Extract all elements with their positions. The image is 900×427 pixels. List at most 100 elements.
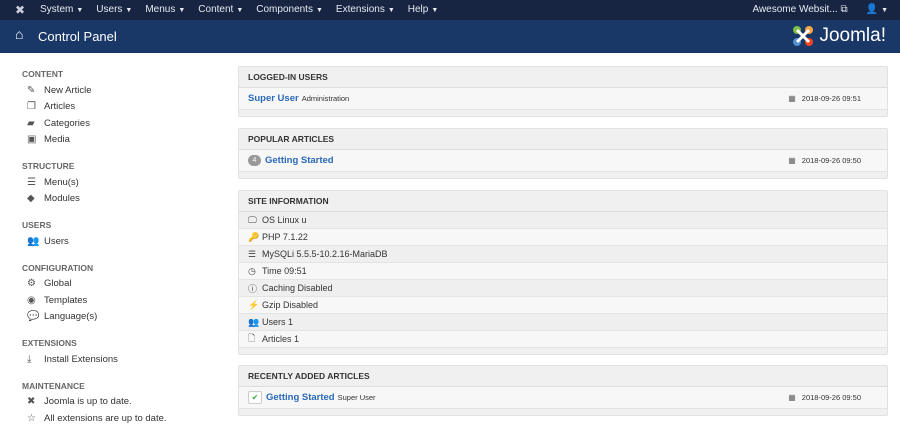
caret-down-icon: ▼ <box>387 7 395 14</box>
sidebar-item-label: Install Extensions <box>44 353 118 365</box>
date-label: 2018-09-26 09:50 <box>801 156 861 165</box>
caret-down-icon: ▼ <box>178 7 186 14</box>
sidebar-heading-configuration: CONFIGURATION <box>22 262 94 273</box>
site-info-row: 🖵 OS Linux u <box>239 212 887 229</box>
sidebar-item-global[interactable]: ⚙ Global <box>22 276 222 293</box>
site-info-text: Gzip Disabled <box>262 300 319 310</box>
popular-articles-panel: POPULAR ARTICLES 4 Getting Started ▦ 2018… <box>238 128 888 179</box>
sidebar-item-joomla-is-up-to-date[interactable]: ✖ Joomla is up to date. <box>22 394 222 411</box>
user-menu[interactable]: 👤 ▼ <box>866 4 888 15</box>
article-link[interactable]: Getting Started <box>266 392 335 403</box>
sidebar-item-modules[interactable]: ◆ Modules <box>22 191 222 208</box>
sidebar-item-articles[interactable]: ❐ Articles <box>22 99 222 116</box>
language-s-icon: 💬 <box>27 311 40 323</box>
menu-content[interactable]: Content ▼ <box>198 4 243 15</box>
site-information-panel: SITE INFORMATION 🖵 OS Linux u 🔑 PHP 7.1.22 ☰… <box>238 190 888 355</box>
all-extensions-are-up-to-date-icon: ☆ <box>27 412 36 424</box>
global-icon: ⚙ <box>27 278 36 290</box>
client-label: Administration <box>301 94 350 103</box>
caret-down-icon: ▼ <box>881 7 888 14</box>
list-item: Super User Administration ▦ 2018-09-26 09… <box>239 88 887 110</box>
external-link-icon: ⧉ <box>840 4 848 15</box>
user-link[interactable]: Super User <box>248 93 299 104</box>
sidebar-item-label: New Article <box>44 84 92 96</box>
panel-title: RECENTLY ADDED ARTICLES <box>239 366 887 387</box>
os-icon: 🖵 <box>248 214 257 225</box>
sidebar-item-install-extensions[interactable]: ⤓ Install Extensions <box>22 351 222 368</box>
sidebar-item-label: Categories <box>44 117 90 129</box>
top-navbar: ✖ System ▼ Users ▼ Menus ▼ Content ▼ Compone… <box>0 0 900 20</box>
sidebar-item-templates[interactable]: ◉ Templates <box>22 292 222 309</box>
sidebar-item-label: Language(s) <box>44 311 98 323</box>
site-link-label: Awesome Websit... <box>752 4 838 15</box>
articles-icon: ❐ <box>27 101 36 113</box>
sidebar-item-menu-s[interactable]: ☰ Menu(s) <box>22 174 222 191</box>
sidebar-heading-structure: STRUCTURE <box>22 161 75 171</box>
users-icon: 👥 <box>27 235 40 247</box>
media-icon: ▣ <box>27 134 37 146</box>
site-info-row: 🔑 PHP 7.1.22 <box>239 229 887 246</box>
sidebar-item-new-article[interactable]: ✎ New Article <box>22 82 222 99</box>
menu-s-icon: ☰ <box>27 176 36 188</box>
new-article-icon: ✎ <box>27 84 36 96</box>
sidebar-item-media[interactable]: ▣ Media <box>22 132 222 149</box>
sidebar-item-label: Templates <box>44 294 88 306</box>
time-icon: ◷ <box>248 265 256 276</box>
menu-label: System <box>40 4 74 15</box>
page-title: Control Panel <box>38 29 117 44</box>
menu-label: Menus <box>145 4 176 15</box>
sidebar-item-label: All extensions are up to date. <box>44 412 167 424</box>
menu-components[interactable]: Components ▼ <box>256 4 323 15</box>
published-check-icon[interactable]: ✔ <box>248 391 262 404</box>
joomla-icon[interactable]: ✖ <box>15 3 25 17</box>
date-label: 2018-09-26 09:51 <box>801 94 861 103</box>
site-info-text: Caching Disabled <box>262 283 333 293</box>
menu-label: Users <box>96 4 123 15</box>
sidebar-item-label: Articles <box>44 101 76 113</box>
sidebar-heading-maintenance: MAINTENANCE <box>22 380 85 391</box>
caret-down-icon: ▼ <box>125 7 133 14</box>
recently-added-articles-panel: RECENTLY ADDED ARTICLES ✔ Getting Starte… <box>238 365 888 416</box>
menu-help[interactable]: Help ▼ <box>408 4 439 15</box>
article-link[interactable]: Getting Started <box>265 155 334 166</box>
hits-badge: 4 <box>248 155 261 166</box>
sidebar-item-all-extensions-are-up-to-date[interactable]: ☆ All extensions are up to date. <box>22 410 222 427</box>
site-info-text: Users 1 <box>262 317 294 327</box>
install-extensions-icon: ⤓ <box>27 353 32 365</box>
site-info-row: ◷ Time 09:51 <box>239 263 887 280</box>
sidebar-item-label: Joomla is up to date. <box>44 396 132 408</box>
modules-icon: ◆ <box>27 193 35 205</box>
date-label: 2018-09-26 09:50 <box>801 393 861 402</box>
joomla-logo: Joomla! <box>791 24 886 48</box>
sidebar-item-label: Global <box>44 278 72 290</box>
users-icon: 👥 <box>248 316 260 327</box>
caret-down-icon: ▼ <box>76 7 84 14</box>
site-link[interactable]: Awesome Websit... ⧉ <box>752 4 847 15</box>
menu-users[interactable]: Users ▼ <box>96 4 132 15</box>
sidebar-item-users[interactable]: 👥 Users <box>22 233 222 250</box>
categories-icon: ▰ <box>27 117 35 129</box>
menu-label: Content <box>198 4 234 15</box>
sidebar-item-categories[interactable]: ▰ Categories <box>22 115 222 132</box>
sidebar-item-label: Users <box>44 235 69 247</box>
menu-menus[interactable]: Menus ▼ <box>145 4 185 15</box>
site-info-row: ☰ MySQLi 5.5.5-10.2.16-MariaDB <box>239 246 887 263</box>
list-item: 4 Getting Started ▦ 2018-09-26 09:50 <box>239 150 887 172</box>
mysqli-icon: ☰ <box>248 248 257 259</box>
caret-down-icon: ▼ <box>236 7 244 14</box>
menu-label: Help <box>407 4 429 15</box>
menu-label: Extensions <box>335 4 385 15</box>
site-info-row: 👥 Users 1 <box>239 314 887 331</box>
menu-extensions[interactable]: Extensions ▼ <box>336 4 395 15</box>
calendar-icon: ▦ <box>788 393 796 402</box>
site-info-row: 🗋 Articles 1 <box>239 331 887 348</box>
joomla-brand: Joomla! <box>819 25 886 46</box>
site-info-text: PHP 7.1.22 <box>262 232 308 242</box>
menu-system[interactable]: System ▼ <box>40 4 83 15</box>
sidebar: CONTENT ✎ New Article ❐ Articles ▰ Categories ▣… <box>22 66 222 427</box>
templates-icon: ◉ <box>27 294 36 306</box>
gzip-icon: ⚡ <box>248 299 260 310</box>
sidebar-item-language-s[interactable]: 💬 Language(s) <box>22 309 222 326</box>
page-header: ⌂ Control Panel Joomla! <box>0 20 900 53</box>
site-info-text: MySQLi 5.5.5-10.2.16-MariaDB <box>262 249 388 259</box>
